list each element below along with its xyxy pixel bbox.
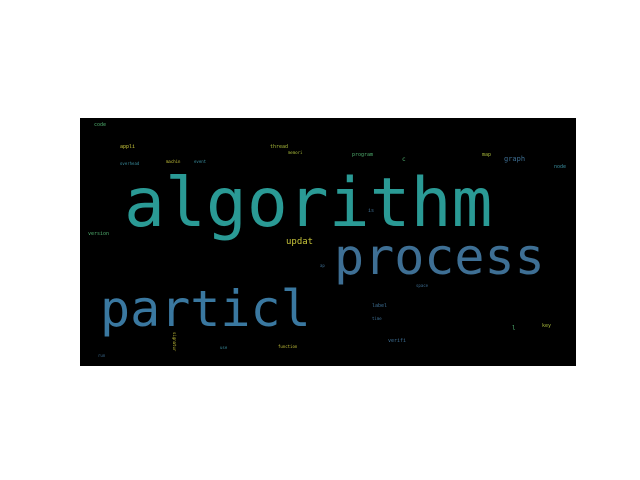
word-graph: graph (504, 155, 526, 163)
word-event: event (194, 159, 207, 164)
word-node: node (554, 164, 567, 170)
word-l: l (512, 325, 516, 332)
word-use: use (220, 345, 228, 350)
word-c: c (402, 156, 406, 163)
word-appli: appli (120, 144, 136, 150)
word-memori: memori (288, 150, 303, 155)
word-overhead: overhead (120, 161, 140, 166)
word-space: space (416, 283, 429, 288)
word-verifi: verifi (388, 338, 407, 344)
word-code: code (94, 122, 107, 128)
word-thread: thread (270, 144, 289, 150)
word-process: process (334, 228, 545, 286)
word-run: run (98, 353, 106, 358)
word-machin: machin (166, 159, 181, 164)
word-label: label (372, 303, 388, 309)
word-map: map (482, 152, 492, 158)
word-time: time (372, 316, 382, 321)
word-program: program (352, 152, 374, 158)
word-signatur: signatur (172, 332, 177, 352)
word-function: function (278, 344, 298, 349)
word-updat: updat (286, 237, 314, 247)
word-version: version (88, 231, 110, 237)
word-key: key (542, 323, 552, 329)
word-ap: ap (320, 263, 325, 268)
word-cloud: algorithm process particl updat graph co… (80, 118, 576, 366)
word-is: is (368, 208, 375, 214)
word-particl: particl (100, 280, 311, 338)
